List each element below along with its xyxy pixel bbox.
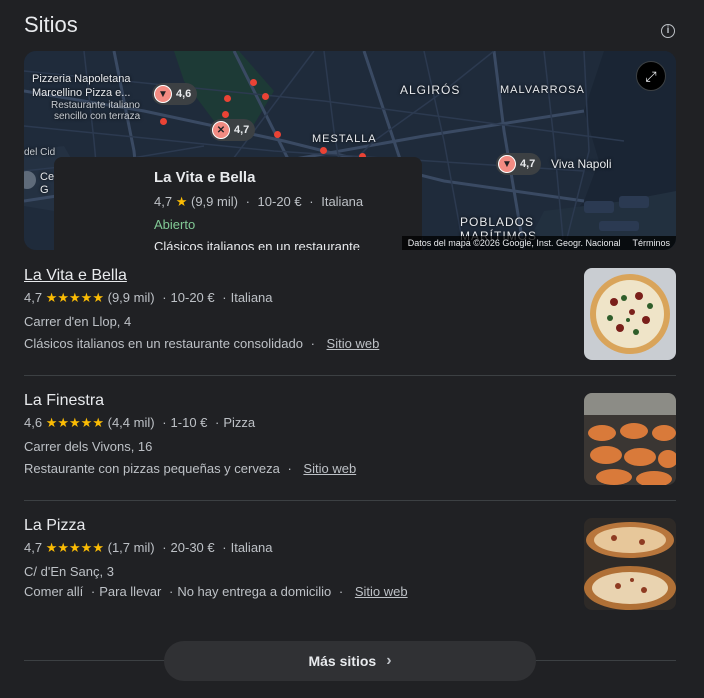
card-rating-row: 4,7 ★ (9,9 mil) · 10-20 € · Italiana [154, 194, 364, 209]
place-name-link[interactable]: La Vita e Bella [24, 267, 127, 285]
review-count: (9,9 mil) [107, 290, 155, 305]
description: Restaurante con pizzas pequeñas y cervez… [24, 461, 280, 476]
description-row: Restaurante con pizzas pequeñas y cervez… [24, 461, 357, 476]
address: Carrer dels Vivons, 16 [24, 439, 153, 454]
card-reviews: (9,9 mil) [190, 194, 238, 209]
expand-map-button[interactable]: ⤢ [636, 61, 666, 91]
service-delivery: No hay entrega a domicilio [177, 584, 332, 599]
more-places-label: Más sitios [308, 653, 377, 669]
place-result[interactable]: La Finestra 4,6 ★★★★★ (4,4 mil) · 1-10 € … [24, 392, 676, 485]
map-area-label: POBLADOS [460, 215, 535, 229]
review-count: (4,4 mil) [107, 415, 155, 430]
map-place-dot[interactable] [160, 118, 167, 125]
category: Pizza [223, 415, 256, 430]
service-dine-in: Comer allí [24, 584, 84, 599]
rating-value: 4,6 [24, 415, 43, 430]
place-photo[interactable] [584, 393, 676, 485]
star-rating-icon: ★★★★★ [45, 540, 104, 555]
map-pin[interactable]: ▼ 4,7 [496, 153, 542, 175]
card-open-status: Abierto [154, 217, 196, 232]
chevron-right-icon: › [386, 652, 392, 669]
restaurant-icon: ✕ [212, 121, 230, 139]
map-place-dot[interactable] [262, 93, 269, 100]
result-divider [24, 500, 676, 501]
map-place-dot[interactable] [320, 147, 327, 154]
more-places-button[interactable]: Más sitios › [164, 641, 536, 681]
price-range: 10-20 € [170, 290, 215, 305]
rating-row: 4,7 ★★★★★ (1,7 mil) · 20-30 € · Italiana [24, 540, 273, 555]
pin-rating: 4,7 [234, 124, 250, 136]
place-name-link[interactable]: La Pizza [24, 517, 85, 535]
price-range: 20-30 € [170, 540, 215, 555]
category: Italiana [230, 540, 273, 555]
review-count: (1,7 mil) [107, 540, 155, 555]
map-place-dot[interactable] [250, 79, 257, 86]
price-range: 1-10 € [170, 415, 208, 430]
star-icon: ★ [175, 194, 188, 209]
place-result[interactable]: La Pizza 4,7 ★★★★★ (1,7 mil) · 20-30 € · I… [24, 517, 676, 610]
website-link[interactable]: Sitio web [355, 584, 408, 599]
map-place-dot[interactable] [222, 111, 229, 118]
map-poi-label: G [40, 184, 49, 196]
place-photo[interactable] [584, 268, 676, 360]
card-price: 10-20 € [257, 194, 302, 209]
map-place-dot[interactable] [224, 95, 231, 102]
map-place-card[interactable]: La Vita e Bella 4,7 ★ (9,9 mil) · 10-20 … [54, 157, 422, 250]
map-place-dot[interactable] [274, 131, 281, 138]
result-divider [24, 375, 676, 376]
map-pin-label[interactable]: Marcellino Pizza e... [32, 87, 130, 100]
map-pin-sublabel: sencillo con terraza [54, 111, 141, 122]
website-link[interactable]: Sitio web [327, 336, 380, 351]
map-poi-label: Ce [40, 171, 55, 183]
address: C/ d'En Sanç, 3 [24, 564, 114, 579]
map-attribution: Datos del mapa ©2026 Google, Inst. Geogr… [401, 236, 676, 250]
star-rating-icon: ★★★★★ [45, 290, 104, 305]
place-name-link[interactable]: La Finestra [24, 392, 104, 410]
pin-rating: 4,6 [176, 88, 192, 100]
info-icon[interactable]: i [661, 24, 675, 38]
rating-value: 4,7 [24, 540, 43, 555]
place-result[interactable]: La Vita e Bella 4,7 ★★★★★ (9,9 mil) · 10-… [24, 267, 676, 360]
map-pin-selected[interactable]: ✕ 4,7 [210, 119, 256, 141]
map-area-label: MESTALLA [312, 133, 377, 145]
description: Clásicos italianos en un restaurante con… [24, 336, 303, 351]
map-area-label: MALVARROSA [500, 84, 585, 96]
star-rating-icon: ★★★★★ [45, 415, 104, 430]
section-title: Sitios [24, 12, 78, 37]
rating-value: 4,7 [24, 290, 43, 305]
category: Italiana [230, 290, 273, 305]
pin-rating: 4,7 [520, 158, 536, 170]
map-pin-label[interactable]: Pizzeria Napoletana [32, 73, 130, 86]
rating-row: 4,6 ★★★★★ (4,4 mil) · 1-10 € · Pizza [24, 415, 256, 430]
terms-link[interactable]: Términos [632, 238, 670, 248]
address: Carrer d'en Llop, 4 [24, 314, 132, 329]
map-pin[interactable]: ▼ 4,6 [152, 83, 198, 105]
rating-row: 4,7 ★★★★★ (9,9 mil) · 10-20 € · Italiana [24, 290, 273, 305]
pizza-icon: ▼ [498, 155, 516, 173]
map-pin-label[interactable]: Viva Napoli [551, 158, 611, 171]
card-rating: 4,7 [154, 194, 173, 209]
map-attribution-text: Datos del mapa ©2026 Google, Inst. Geogr… [407, 238, 621, 248]
pizza-icon: ▼ [154, 85, 172, 103]
map[interactable]: ALGIRÓS MALVARROSA MESTALLA POBLADOS MAR… [24, 51, 676, 250]
expand-icon: ⤢ [645, 67, 657, 84]
place-photo[interactable] [584, 518, 676, 610]
map-street-label: del Cid [24, 147, 56, 158]
website-link[interactable]: Sitio web [303, 461, 356, 476]
service-takeout: Para llevar [99, 584, 162, 599]
map-area-label: ALGIRÓS [400, 83, 461, 97]
card-place-name: La Vita e Bella [154, 169, 256, 186]
services-row: Comer allí · Para llevar · No hay entrega … [24, 584, 408, 599]
description-row: Clásicos italianos en un restaurante con… [24, 336, 380, 351]
card-description: Clásicos italianos en un restaurante [154, 239, 360, 250]
card-category: Italiana [321, 194, 364, 209]
